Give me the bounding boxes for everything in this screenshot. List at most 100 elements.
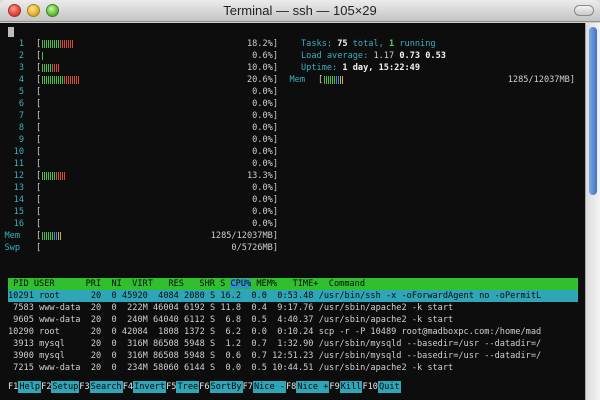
process-shr: 5948 [184, 351, 205, 361]
process-res: 64040 [152, 315, 179, 325]
meter-fill [42, 172, 65, 180]
fkey-key: F8 [285, 382, 297, 392]
mem-label: Mem [4, 231, 20, 241]
process-user: www-data [39, 315, 81, 325]
process-row[interactable]: 7215 www-data 20 0 234M 58060 6144 S 0.0… [8, 362, 578, 374]
meter-fill [324, 76, 343, 84]
cpu-8-label: 8 [18, 123, 24, 133]
process-table-header[interactable]: PID USER PRI NI VIRT RES SHR S CPU% MEM%… [8, 278, 578, 290]
meter-bracket-open: [ [36, 159, 42, 169]
uptime-value: 1 day, 15:22:49 [342, 63, 421, 73]
process-pid: 3913 [8, 339, 34, 349]
process-priority: 20 [90, 339, 102, 349]
mem-value: 1285/12037MB] [210, 231, 278, 241]
meter-tick [48, 172, 49, 180]
fkey-label: Quit [377, 381, 401, 393]
terminal-view[interactable]: 1[18.2%] 2[0.6%] 3[10.0%] 4[20.6%] 5[0.0%] 6[… [0, 23, 585, 400]
process-row[interactable]: 3900 mysql 20 0 316M 86508 5948 S 0.6 0.… [8, 350, 578, 362]
meter-tick [42, 172, 43, 180]
fkey-key: F10 [362, 382, 378, 392]
process-virt: 42084 [121, 327, 148, 337]
vertical-scrollbar[interactable] [585, 23, 600, 400]
meter-bracket-open: [ [36, 51, 42, 61]
meter-tick [330, 76, 331, 84]
process-virt: 234M [121, 363, 148, 373]
cpu-14-label-meter: 14 [0.0%] [0, 194, 585, 206]
meter-tick [56, 172, 57, 180]
process-command: /usr/sbin/mysqld --basedir=/usr --datadi… [318, 339, 542, 349]
fkey-f5[interactable]: F5 Tree [166, 381, 200, 393]
process-row[interactable]: 10291 root 20 0 45920 4084 2080 S 16.2 0… [8, 290, 578, 302]
tasks-total-label: total, [347, 39, 389, 49]
process-cpu: 16.2 [220, 291, 242, 301]
meter-tick [336, 76, 337, 84]
meter-tick [48, 64, 49, 72]
scrollbar-thumb[interactable] [589, 27, 597, 195]
toolbar-toggle-button[interactable] [574, 5, 594, 16]
meter-bracket-open: [ [36, 219, 42, 229]
meter-tick [50, 40, 51, 48]
process-row[interactable]: 7583 www-data 20 0 222M 46004 6192 S 11.… [8, 302, 578, 314]
fkey-label: Tree [176, 381, 200, 393]
fkey-f6[interactable]: F6 SortBy [199, 381, 243, 393]
fkey-f4[interactable]: F4 Invert [122, 381, 167, 393]
meter-tick [56, 64, 57, 72]
meter-tick [52, 40, 53, 48]
meter-tick [46, 40, 47, 48]
meter-bracket-open: [ [318, 75, 324, 85]
process-shr: 6192 [184, 303, 205, 313]
fkey-f9[interactable]: F9 Kill [329, 381, 363, 393]
fkey-key: F9 [329, 382, 340, 392]
terminal-window: Terminal — ssh — 105×29 1[18.2%] 2[0.6%] 3… [0, 0, 600, 400]
fkey-f7[interactable]: F7 Nice - [243, 381, 286, 393]
title-bar[interactable]: Terminal — ssh — 105×29 [0, 0, 600, 22]
meter-tick [42, 64, 43, 72]
process-row[interactable]: 10290 root 20 0 42084 1808 1372 S 6.2 0.… [8, 326, 578, 338]
meter-tick [54, 40, 55, 48]
process-res: 58060 [152, 363, 179, 373]
meter-bracket-open: [ [36, 243, 42, 253]
load-1min: 1.17 [373, 51, 395, 61]
cpu-9-label: 9 [18, 135, 24, 145]
meter-bracket-open: [ [36, 99, 42, 109]
meter-tick [44, 64, 45, 72]
sort-column-cpu[interactable]: CPU% [230, 279, 252, 289]
column-headers[interactable]: PID USER PRI NI VIRT RES SHR S [8, 279, 230, 289]
cpu-2-label-meter: 2 [0.6%] [0, 50, 585, 62]
meter-bracket-open: [ [36, 111, 42, 121]
process-nice: 0 [111, 315, 117, 325]
fkey-label: Kill [339, 381, 363, 393]
cpu-10-percent: 0.0%] [252, 147, 278, 157]
cpu-8-label-meter: 8 [0.0%] [0, 122, 585, 134]
cpu-9-label-meter: 9 [0.0%] [0, 134, 585, 146]
meter-bracket-open: [ [36, 231, 42, 241]
process-shr: 6112 [184, 315, 205, 325]
fkey-f8[interactable]: F8 Nice + [285, 381, 330, 393]
process-pid: 10290 [8, 327, 34, 337]
column-headers-rest[interactable]: MEM% TIME+ Command [251, 279, 365, 289]
fkey-key: F4 [122, 382, 134, 392]
meter-tick [58, 40, 59, 48]
fkey-f1[interactable]: F1 Help [8, 381, 42, 393]
process-res: 86508 [152, 339, 179, 349]
process-row[interactable]: 9605 www-data 20 0 240M 64040 6112 S 6.8… [8, 314, 578, 326]
process-nice: 0 [111, 339, 117, 349]
process-row[interactable]: 3913 mysql 20 0 316M 86508 5948 S 1.2 0.… [8, 338, 578, 350]
process-shr: 6144 [184, 363, 205, 373]
process-pid: 10291 [8, 291, 34, 301]
load-average-label: Load average: [301, 51, 374, 61]
meter-tick [54, 64, 55, 72]
fkey-f3[interactable]: F3 Search [79, 381, 123, 393]
process-command: /usr/bin/ssh -x -oForwardAgent no -oPerm… [318, 291, 542, 301]
fkey-f2[interactable]: F2 Setup [41, 381, 80, 393]
cpu-15-label: 15 [13, 207, 24, 217]
fkey-f10[interactable]: F10 Quit [362, 381, 401, 393]
cpu-13-label-meter: 13 [0.0%] [0, 182, 585, 194]
cpu-7-percent: 0.0%] [252, 111, 278, 121]
meter-tick [60, 172, 61, 180]
process-mem: 0.5 [251, 363, 267, 373]
tasks-total: 75 [337, 39, 348, 49]
process-pid: 9605 [8, 315, 34, 325]
cpu-16-percent: 0.0%] [252, 219, 278, 229]
meter-tick [46, 64, 47, 72]
